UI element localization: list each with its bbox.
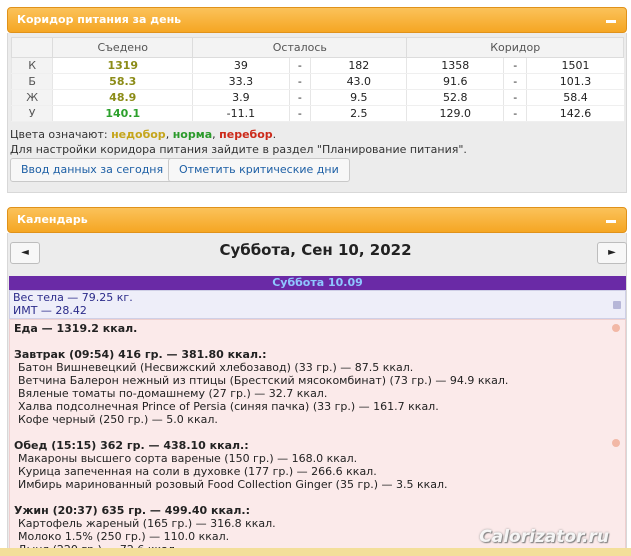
legend-under: недобор — [111, 128, 166, 141]
list-item: Халва подсолнечная Prince of Persia (син… — [18, 400, 439, 413]
eaten-value: 1319 — [52, 57, 193, 74]
weight-icon — [613, 301, 621, 309]
corridor-table: Съедено Осталось Коридор К 1319 39 - 182… — [10, 37, 624, 122]
next-day-button[interactable]: ► — [597, 242, 627, 264]
next-entry-strip — [0, 548, 631, 556]
remaining-max: 2.5 — [310, 105, 407, 122]
mark-critical-days-button[interactable]: Отметить критические дни — [168, 158, 350, 182]
color-legend: Цвета означают: недобор, норма, перебор. — [10, 128, 276, 141]
corridor-sep: - — [502, 57, 527, 74]
corridor-hint: Для настройки коридора питания зайдите в… — [10, 143, 467, 156]
remaining-min: -11.1 — [192, 105, 290, 122]
corridor-sep: - — [502, 73, 527, 90]
remaining-sep: - — [288, 105, 311, 122]
calendar-date-title: Суббота, Сен 10, 2022 — [219, 241, 412, 259]
collapse-icon[interactable] — [606, 220, 616, 223]
weight-line: Вес тела — 79.25 кг. — [13, 291, 133, 304]
meal-dinner: Ужин (20:37) 635 гр. — 499.40 ккал.: — [14, 504, 250, 517]
table-row: Б 58.3 33.3 - 43.0 91.6 - 101.3 — [10, 73, 624, 90]
list-item: Кофе черный (250 гр.) — 5.0 ккал. — [18, 413, 218, 426]
food-entry[interactable]: Еда — 1319.2 ккал. Завтрак (09:54) 416 г… — [9, 319, 626, 556]
corridor-sep: - — [502, 105, 527, 122]
list-item: Имбирь маринованный розовый Food Collect… — [18, 478, 448, 491]
list-item: Вяленые томаты по-домашнему (27 гр.) — 3… — [18, 387, 328, 400]
corridor-max: 58.4 — [526, 89, 624, 106]
remaining-sep: - — [288, 73, 311, 90]
list-item: Батон Вишневецкий (Несвижский хлебозавод… — [18, 361, 414, 374]
body-weight-entry[interactable]: Вес тела — 79.25 кг. ИМТ — 28.42 — [9, 290, 626, 319]
meal-breakfast: Завтрак (09:54) 416 гр. — 381.80 ккал.: — [14, 348, 267, 361]
remaining-min: 39 — [192, 57, 290, 74]
row-label: Ж — [10, 89, 53, 106]
bmi-line: ИМТ — 28.42 — [13, 304, 87, 317]
food-icon — [612, 324, 620, 332]
collapse-icon[interactable] — [606, 20, 616, 23]
list-item: Ветчина Балерон нежный из птицы (Брестск… — [18, 374, 509, 387]
calendar-panel-header[interactable]: Календарь — [7, 207, 627, 233]
corridor-min: 91.6 — [406, 73, 504, 90]
header-corridor: Коридор — [406, 37, 624, 58]
row-label: К — [10, 57, 53, 74]
food-icon — [612, 439, 620, 447]
remaining-min: 3.9 — [192, 89, 290, 106]
enter-data-today-button[interactable]: Ввод данных за сегодня — [10, 158, 175, 182]
corridor-min: 52.8 — [406, 89, 504, 106]
corridor-panel-header[interactable]: Коридор питания за день — [7, 7, 627, 33]
row-label: У — [10, 105, 53, 122]
remaining-max: 43.0 — [310, 73, 407, 90]
list-item: Картофель жареный (165 гр.) — 316.8 ккал… — [18, 517, 276, 530]
day-label-bar: Суббота 10.09 — [9, 276, 626, 290]
header-remaining: Осталось — [192, 37, 408, 58]
remaining-max: 9.5 — [310, 89, 407, 106]
corridor-table-header: Съедено Осталось Коридор — [10, 37, 624, 58]
remaining-sep: - — [288, 89, 311, 106]
watermark: Calorizator.ru — [479, 527, 609, 547]
corridor-panel-title: Коридор питания за день — [17, 13, 182, 26]
legend-prefix: Цвета означают: — [10, 128, 112, 141]
table-row: У 140.1 -11.1 - 2.5 129.0 - 142.6 — [10, 105, 624, 122]
list-item: Курица запеченная на соли в духовке (177… — [18, 465, 377, 478]
corridor-sep: - — [502, 89, 527, 106]
legend-comma: , — [165, 128, 173, 141]
food-total: Еда — 1319.2 ккал. — [14, 322, 138, 335]
meal-lunch: Обед (15:15) 362 гр. — 438.10 ккал.: — [14, 439, 249, 452]
corridor-max: 142.6 — [526, 105, 624, 122]
corridor-max: 101.3 — [526, 73, 624, 90]
eaten-value: 58.3 — [52, 73, 193, 90]
header-eaten: Съедено — [52, 37, 194, 58]
calendar-panel-title: Календарь — [17, 213, 88, 226]
header-empty — [10, 37, 54, 58]
eaten-value: 48.9 — [52, 89, 193, 106]
legend-over: перебор — [219, 128, 273, 141]
corridor-max: 1501 — [526, 57, 624, 74]
corridor-min: 1358 — [406, 57, 504, 74]
list-item: Молоко 1.5% (250 гр.) — 110.0 ккал. — [18, 530, 230, 543]
remaining-sep: - — [288, 57, 311, 74]
remaining-max: 182 — [310, 57, 407, 74]
legend-norm: норма — [172, 128, 213, 141]
table-row: К 1319 39 - 182 1358 - 1501 — [10, 57, 624, 74]
arrow-right-icon: ► — [608, 247, 616, 258]
row-label: Б — [10, 73, 53, 90]
eaten-value: 140.1 — [52, 105, 193, 122]
table-row: Ж 48.9 3.9 - 9.5 52.8 - 58.4 — [10, 89, 624, 106]
legend-end: . — [272, 128, 277, 141]
remaining-min: 33.3 — [192, 73, 290, 90]
corridor-min: 129.0 — [406, 105, 504, 122]
list-item: Макароны высшего сорта вареные (150 гр.)… — [18, 452, 358, 465]
